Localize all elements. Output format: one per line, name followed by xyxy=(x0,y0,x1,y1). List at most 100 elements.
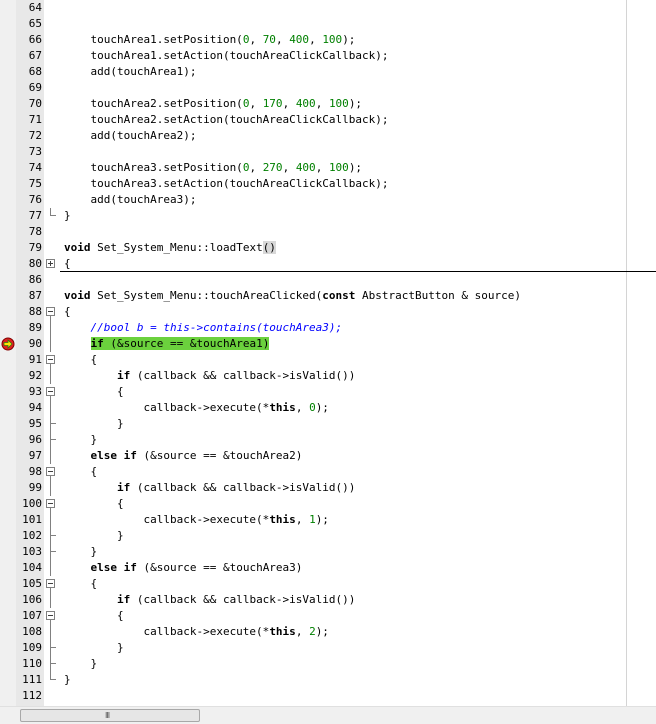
code-line[interactable]: 107 { xyxy=(0,608,656,624)
code-text[interactable]: { xyxy=(64,352,97,368)
code-token: } xyxy=(64,545,98,558)
code-line[interactable]: 105 { xyxy=(0,576,656,592)
code-text[interactable]: void Set_System_Menu::touchAreaClicked(c… xyxy=(64,288,521,304)
code-line[interactable]: 69 xyxy=(0,80,656,96)
code-text[interactable]: void Set_System_Menu::loadText() xyxy=(64,240,276,256)
code-text[interactable]: } xyxy=(64,544,97,560)
code-text[interactable]: { xyxy=(64,256,71,272)
number-token: 100 xyxy=(328,97,349,110)
code-line[interactable]: 109 } xyxy=(0,640,656,656)
code-line[interactable]: 78 xyxy=(0,224,656,240)
code-line[interactable]: 95 } xyxy=(0,416,656,432)
code-line[interactable]: 96 } xyxy=(0,432,656,448)
code-line[interactable]: 90 if (&source == &touchArea1) xyxy=(0,336,656,352)
code-text[interactable]: if (callback && callback->isValid()) xyxy=(64,592,355,608)
code-text[interactable]: } xyxy=(64,672,71,688)
code-line[interactable]: 98 { xyxy=(0,464,656,480)
code-line[interactable]: 88 { xyxy=(0,304,656,320)
collapse-fold-icon[interactable] xyxy=(46,499,55,508)
code-text[interactable]: } xyxy=(64,528,124,544)
code-line[interactable]: 74 touchArea3.setPosition(0, 270, 400, 1… xyxy=(0,160,656,176)
code-line[interactable]: 106 if (callback && callback->isValid()) xyxy=(0,592,656,608)
code-text[interactable]: } xyxy=(64,416,124,432)
scrollbar-thumb[interactable]: III xyxy=(20,709,200,722)
code-text[interactable]: if (callback && callback->isValid()) xyxy=(64,368,355,384)
code-text[interactable]: touchArea1.setAction(touchAreaClickCallb… xyxy=(64,48,388,64)
code-line[interactable]: 73 xyxy=(0,144,656,160)
code-line[interactable]: 94 callback->execute(*this, 0); xyxy=(0,400,656,416)
code-line[interactable]: 92 if (callback && callback->isValid()) xyxy=(0,368,656,384)
code-line[interactable]: 103 } xyxy=(0,544,656,560)
code-line[interactable]: 79 void Set_System_Menu::loadText() xyxy=(0,240,656,256)
code-line[interactable]: 110 } xyxy=(0,656,656,672)
code-text[interactable]: { xyxy=(64,304,71,320)
code-line[interactable]: 99 if (callback && callback->isValid()) xyxy=(0,480,656,496)
code-text[interactable]: touchArea3.setAction(touchAreaClickCallb… xyxy=(64,176,388,192)
code-line[interactable]: 80 { xyxy=(0,256,656,272)
code-line[interactable]: 104 else if (&source == &touchArea3) xyxy=(0,560,656,576)
code-text[interactable]: } xyxy=(64,656,97,672)
code-line[interactable]: 72 add(touchArea2); xyxy=(0,128,656,144)
code-line[interactable]: 86 xyxy=(0,272,656,288)
code-text[interactable]: if (callback && callback->isValid()) xyxy=(64,480,355,496)
code-line[interactable]: 87 void Set_System_Menu::touchAreaClicked… xyxy=(0,288,656,304)
line-number: 104 xyxy=(22,561,42,574)
code-text[interactable]: callback->execute(*this, 0); xyxy=(64,400,328,416)
code-line[interactable]: 111} xyxy=(0,672,656,688)
code-line[interactable]: 101 callback->execute(*this, 1); xyxy=(0,512,656,528)
code-line[interactable]: 108 callback->execute(*this, 2); xyxy=(0,624,656,640)
code-text[interactable]: touchArea3.setPosition(0, 270, 400, 100)… xyxy=(64,160,362,176)
code-line[interactable]: 66 touchArea1.setPosition(0, 70, 400, 10… xyxy=(0,32,656,48)
code-line[interactable]: 77} xyxy=(0,208,656,224)
code-line[interactable]: 112 xyxy=(0,688,656,704)
code-line[interactable]: 93 { xyxy=(0,384,656,400)
code-text[interactable]: } xyxy=(64,640,124,656)
code-text[interactable]: { xyxy=(64,384,124,400)
code-line[interactable]: 100 { xyxy=(0,496,656,512)
code-line[interactable]: 71 touchArea2.setAction(touchAreaClickCa… xyxy=(0,112,656,128)
horizontal-scrollbar[interactable]: III xyxy=(0,706,656,724)
code-text[interactable]: touchArea1.setPosition(0, 70, 400, 100); xyxy=(64,32,355,48)
code-line[interactable]: 64 xyxy=(0,0,656,16)
code-text[interactable]: touchArea2.setAction(touchAreaClickCallb… xyxy=(64,112,388,128)
collapse-fold-icon[interactable] xyxy=(46,611,55,620)
keyword-token: if xyxy=(90,337,104,350)
code-line[interactable]: 102 } xyxy=(0,528,656,544)
code-line[interactable]: 70 touchArea2.setPosition(0, 170, 400, 1… xyxy=(0,96,656,112)
code-text[interactable]: add(touchArea3); xyxy=(64,192,196,208)
code-text[interactable]: add(touchArea1); xyxy=(64,64,196,80)
collapse-fold-icon[interactable] xyxy=(46,355,55,364)
code-line[interactable]: 91 { xyxy=(0,352,656,368)
code-line[interactable]: 65 xyxy=(0,16,656,32)
collapse-fold-icon[interactable] xyxy=(46,307,55,316)
code-text[interactable]: else if (&source == &touchArea3) xyxy=(64,560,303,576)
collapse-fold-icon[interactable] xyxy=(46,387,55,396)
code-text[interactable]: touchArea2.setPosition(0, 170, 400, 100)… xyxy=(64,96,362,112)
code-line[interactable]: 67 touchArea1.setAction(touchAreaClickCa… xyxy=(0,48,656,64)
code-text[interactable]: add(touchArea2); xyxy=(64,128,196,144)
code-line[interactable]: 97 else if (&source == &touchArea2) xyxy=(0,448,656,464)
code-token: (callback && callback->isValid()) xyxy=(130,593,356,606)
code-text[interactable]: { xyxy=(64,496,124,512)
code-line[interactable]: 75 touchArea3.setAction(touchAreaClickCa… xyxy=(0,176,656,192)
code-line[interactable]: 89 //bool b = this->contains(touchArea3)… xyxy=(0,320,656,336)
code-text[interactable]: if (&source == &touchArea1) xyxy=(64,336,270,352)
code-editor[interactable]: 64 65 66 touchArea1.setPosition(0, 70, 400… xyxy=(0,0,656,706)
code-line[interactable]: 68 add(touchArea1); xyxy=(0,64,656,80)
line-number: 97 xyxy=(28,449,42,462)
breakpoint-arrow-icon[interactable] xyxy=(1,337,15,351)
expand-fold-icon[interactable] xyxy=(46,259,55,268)
code-text[interactable]: callback->execute(*this, 2); xyxy=(64,624,328,640)
collapse-fold-icon[interactable] xyxy=(46,467,55,476)
code-text[interactable]: } xyxy=(64,208,71,224)
code-text[interactable]: { xyxy=(64,576,97,592)
code-text[interactable]: { xyxy=(64,608,124,624)
code-text[interactable]: } xyxy=(64,432,97,448)
code-text[interactable]: //bool b = this->contains(touchArea3); xyxy=(64,320,343,336)
code-text[interactable]: { xyxy=(64,464,97,480)
code-text[interactable]: callback->execute(*this, 1); xyxy=(64,512,328,528)
code-line[interactable]: 76 add(touchArea3); xyxy=(0,192,656,208)
code-text[interactable]: else if (&source == &touchArea2) xyxy=(64,448,303,464)
collapse-fold-icon[interactable] xyxy=(46,579,55,588)
